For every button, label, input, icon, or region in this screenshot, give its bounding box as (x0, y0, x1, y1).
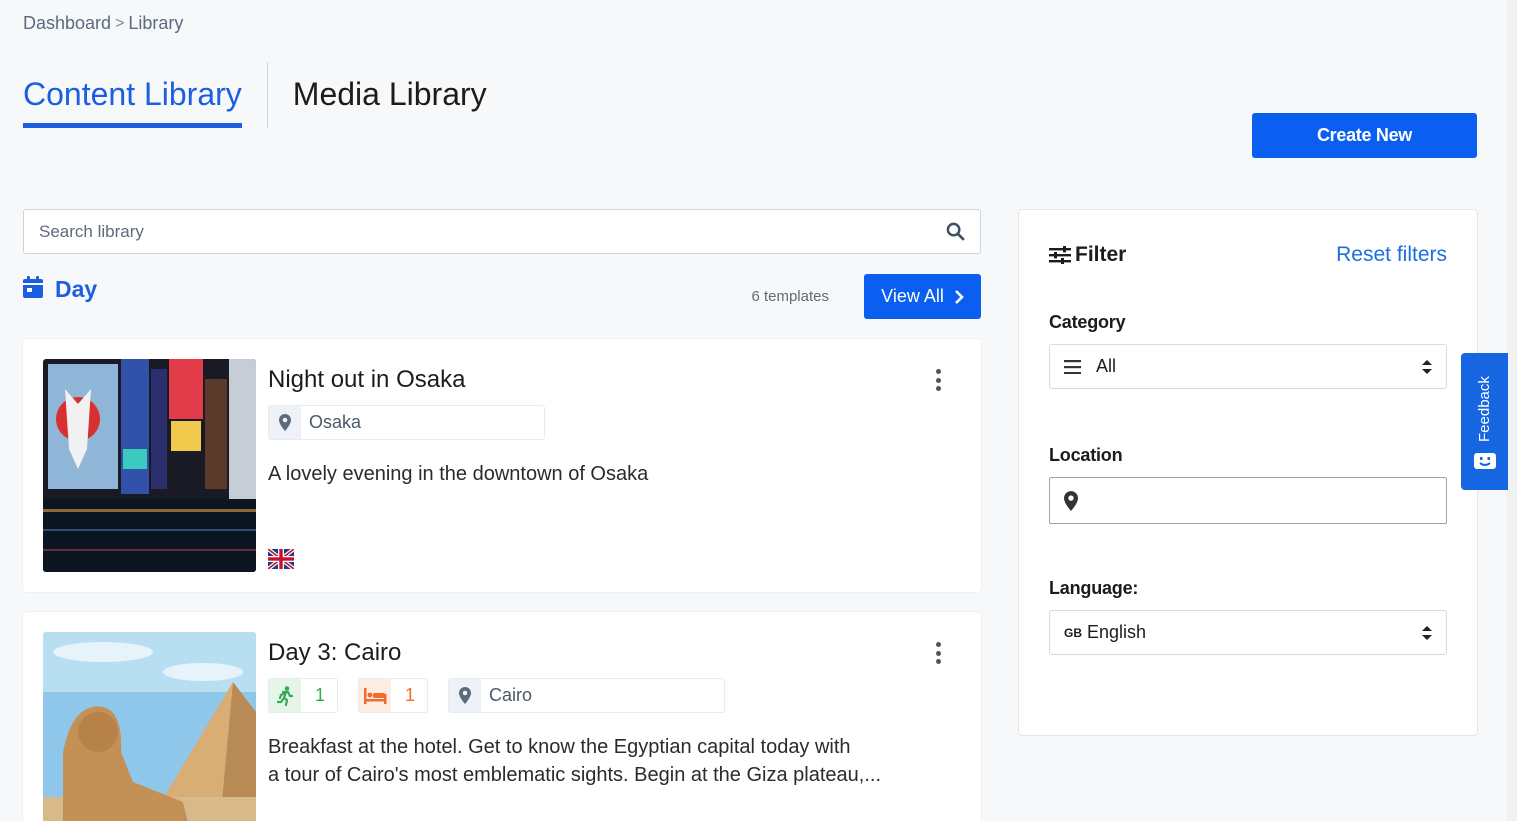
breadcrumb: Dashboard > Library (23, 13, 183, 34)
language-label: Language: (1049, 578, 1139, 598)
section-title: Day (23, 275, 98, 304)
location-chip: Cairo (448, 678, 725, 713)
category-label: Category (1049, 312, 1126, 332)
tab-divider (266, 62, 268, 128)
location-field[interactable] (1049, 477, 1447, 524)
tab-content-library[interactable]: Content Library (23, 62, 242, 128)
more-options-icon[interactable] (933, 642, 943, 664)
map-pin-icon (269, 406, 301, 439)
page-scrollbar[interactable] (1507, 0, 1517, 821)
accommodation-count: 1 (405, 685, 416, 705)
section-title-text: Day (55, 276, 98, 302)
location-label: Location (1049, 445, 1123, 465)
card-title[interactable]: Night out in Osaka (268, 366, 465, 394)
smiley-icon (1473, 453, 1496, 469)
calendar-icon (23, 275, 43, 304)
filter-title: Filter (1049, 243, 1126, 267)
template-card[interactable]: Night out in Osaka Osaka A lovely evenin… (23, 339, 981, 592)
breadcrumb-dashboard[interactable]: Dashboard (23, 13, 111, 34)
category-select[interactable]: All (1049, 344, 1447, 389)
list-icon (1064, 359, 1081, 374)
view-all-button[interactable]: View All (864, 274, 981, 319)
location-text: Osaka (309, 412, 362, 432)
card-description-line: Breakfast at the hotel. Get to know the … (268, 736, 851, 758)
create-new-button[interactable]: Create New (1252, 113, 1477, 158)
language-select[interactable]: GB English (1049, 610, 1447, 655)
feedback-label: Feedback (1476, 376, 1493, 442)
location-chip: Osaka (268, 405, 545, 440)
activities-count: 1 (315, 685, 326, 705)
location-input[interactable] (1090, 490, 1432, 511)
card-title[interactable]: Day 3: Cairo (268, 639, 401, 667)
uk-flag-icon (266, 547, 296, 571)
bed-icon (359, 679, 391, 712)
map-pin-icon (1064, 490, 1078, 511)
sliders-icon (1049, 246, 1071, 264)
accommodation-chip: 1 (358, 678, 428, 713)
category-value: All (1096, 356, 1117, 376)
breadcrumb-separator: > (115, 14, 125, 32)
reset-filters-link[interactable]: Reset filters (1336, 243, 1447, 267)
cairo-image (43, 632, 256, 821)
templates-count: 6 templates (751, 288, 829, 305)
search-icon[interactable] (945, 222, 965, 242)
search-bar (23, 209, 981, 254)
osaka-image (43, 359, 256, 572)
filter-title-text: Filter (1075, 243, 1127, 266)
filter-panel: Filter Reset filters Category All Locati… (1018, 209, 1478, 736)
library-tabs: Content Library Media Library (23, 62, 487, 128)
select-caret-icon (1422, 625, 1432, 640)
card-description-line: a tour of Cairo's most emblematic sights… (268, 764, 881, 786)
chevron-right-icon (954, 289, 964, 304)
template-card[interactable]: Day 3: Cairo 1 1 Cairo Breakfast at the … (23, 612, 981, 821)
breadcrumb-library[interactable]: Library (128, 13, 183, 34)
tab-media-library[interactable]: Media Library (293, 62, 487, 128)
feedback-tab[interactable]: Feedback (1461, 353, 1508, 490)
more-options-icon[interactable] (933, 369, 943, 391)
language-value: English (1087, 622, 1147, 642)
location-text: Cairo (489, 685, 533, 705)
card-description: A lovely evening in the downtown of Osak… (268, 463, 649, 485)
activities-chip: 1 (268, 678, 338, 713)
map-pin-icon (449, 679, 481, 712)
view-all-label: View All (881, 286, 944, 306)
card-description: Breakfast at the hotel. Get to know the … (268, 733, 881, 789)
select-caret-icon (1422, 359, 1432, 374)
day-section-header: Day 6 templates View All (23, 274, 981, 319)
search-input[interactable] (39, 221, 945, 242)
running-person-icon (269, 679, 301, 712)
language-code: GB (1064, 625, 1082, 640)
